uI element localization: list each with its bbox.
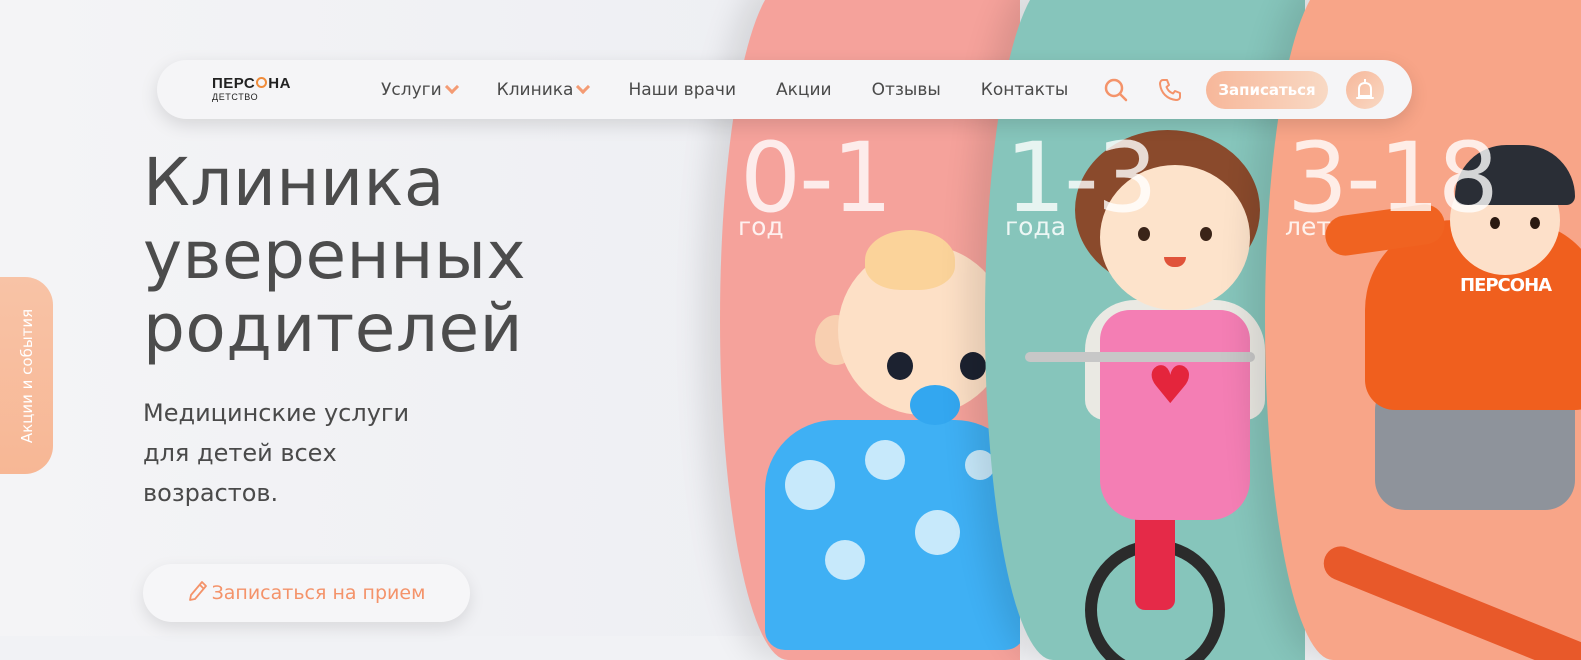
pencil-icon bbox=[188, 580, 208, 607]
menu-item-label: Контакты bbox=[980, 79, 1069, 100]
menu-item-label: Клиника bbox=[496, 79, 574, 100]
menu-item-reviews[interactable]: Отзывы bbox=[872, 80, 941, 100]
menu-item-label: Наши врачи bbox=[628, 79, 736, 100]
baby-hair-illustration bbox=[865, 230, 955, 290]
bike-handlebar-illustration bbox=[1025, 352, 1255, 362]
siren-icon[interactable] bbox=[1346, 71, 1384, 109]
hero-subtitle: Медицинские услуги для детей всех возрас… bbox=[143, 399, 410, 507]
menu-item-doctors[interactable]: Наши врачи bbox=[628, 80, 736, 100]
brand-logo[interactable]: ПЕРС НА ДЕТСТВО bbox=[212, 75, 291, 103]
brand-name-part: ПЕРС bbox=[212, 75, 256, 92]
menu-item-clinic[interactable]: Клиника bbox=[496, 79, 591, 100]
phone-icon[interactable] bbox=[1157, 77, 1183, 103]
brand-o-ring bbox=[256, 77, 268, 88]
promotions-events-tab[interactable]: Акции и события bbox=[0, 277, 53, 474]
hoodie-logo: ПЕРСОНА bbox=[1460, 275, 1552, 296]
brand-subtitle: ДЕТСТВО bbox=[212, 92, 259, 102]
pacifier-illustration bbox=[910, 385, 960, 425]
heart-icon: ♥ bbox=[1147, 356, 1194, 416]
chevron-down-icon bbox=[576, 79, 591, 95]
menu-item-label: Услуги bbox=[381, 79, 442, 100]
age-unit: лет bbox=[1285, 212, 1331, 241]
main-menu: Услуги Клиника Наши врачи Акции Отзывы К… bbox=[381, 60, 1108, 119]
baby-eye-illustration bbox=[960, 352, 986, 380]
age-unit: год bbox=[738, 212, 784, 241]
menu-item-contacts[interactable]: Контакты bbox=[981, 80, 1069, 100]
brand-name-part: НА bbox=[268, 75, 291, 92]
side-tab-label: Акции и события bbox=[17, 308, 36, 443]
appointment-button[interactable]: Записаться на прием bbox=[143, 564, 470, 622]
menu-item-services[interactable]: Услуги bbox=[381, 79, 459, 100]
chevron-down-icon bbox=[444, 79, 459, 95]
age-unit: года bbox=[1005, 212, 1067, 241]
skateboard-illustration bbox=[1318, 541, 1581, 660]
hero-title: Клиника уверенных родителей bbox=[143, 144, 527, 367]
appointment-label: Записаться на прием bbox=[211, 582, 426, 604]
top-navbar: ПЕРС НА ДЕТСТВО Услуги Клиника Наши врачи… bbox=[157, 60, 1412, 119]
baby-eye-illustration bbox=[887, 352, 913, 380]
menu-item-promotions[interactable]: Акции bbox=[776, 80, 832, 100]
book-appointment-button[interactable]: Записаться bbox=[1206, 71, 1328, 109]
search-icon[interactable] bbox=[1103, 77, 1129, 103]
menu-item-label: Акции bbox=[776, 79, 832, 100]
menu-item-label: Отзывы bbox=[871, 79, 941, 100]
baby-body-illustration bbox=[765, 420, 1020, 650]
